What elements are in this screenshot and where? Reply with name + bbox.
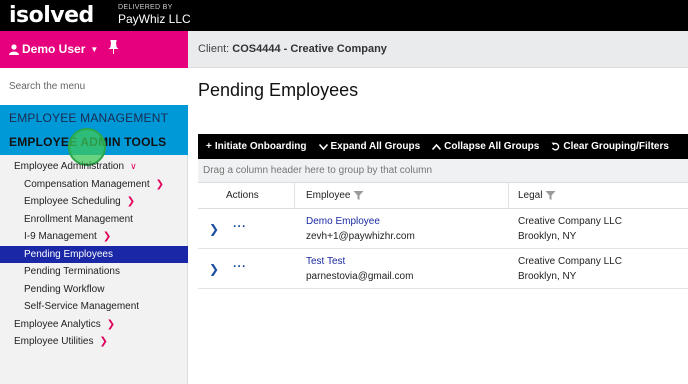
- filter-icon[interactable]: [545, 190, 556, 201]
- client-label: Client:: [198, 43, 230, 55]
- employee-name[interactable]: Test Test: [306, 256, 345, 267]
- partner-name: PayWhiz LLC: [118, 12, 191, 26]
- collapse-all-groups-button[interactable]: Collapse All Groups: [432, 141, 539, 152]
- sidebar-item-label: Employee Analytics: [14, 318, 101, 330]
- pending-employees-grid: Actions Employee Legal ❯ ··· Demo Employ…: [198, 183, 688, 289]
- clear-grouping-filters-button[interactable]: Clear Grouping/Filters: [551, 141, 669, 152]
- sidebar-item-employee-scheduling[interactable]: Employee Scheduling ❯: [0, 193, 188, 211]
- employee-name[interactable]: Demo Employee: [306, 216, 380, 227]
- sidebar-item-pending-employees[interactable]: Pending Employees: [0, 245, 188, 263]
- filter-icon[interactable]: [353, 190, 364, 201]
- legal-company: Creative Company LLC: [518, 216, 622, 227]
- initiate-onboarding-label: Initiate Onboarding: [214, 141, 307, 152]
- menu-search-input[interactable]: Search the menu: [9, 81, 85, 92]
- chevron-down-icon: ∨: [130, 161, 137, 172]
- column-header-legal-label: Legal: [518, 190, 543, 201]
- client-bar: Client: COS4444 - Creative Company: [188, 31, 688, 68]
- column-header-employee-label: Employee: [306, 190, 351, 201]
- isolved-logo[interactable]: isolved: [9, 3, 94, 28]
- sidebar-item-compensation-management[interactable]: Compensation Management ❯: [0, 176, 188, 194]
- sidebar-menu: Employee Administration ∨ Compensation Man…: [0, 158, 188, 351]
- column-header-legal[interactable]: Legal: [518, 190, 556, 201]
- sidebar-item-label: Compensation Management: [24, 178, 150, 190]
- chevron-right-icon: ❯: [126, 196, 136, 208]
- sidebar-item-employee-administration[interactable]: Employee Administration ∨: [0, 158, 188, 176]
- sidebar-item-label: Employee Scheduling: [24, 196, 121, 208]
- sidebar-item-pending-workflow[interactable]: Pending Workflow: [0, 281, 188, 299]
- initiate-onboarding-button[interactable]: + Initiate Onboarding: [206, 141, 307, 152]
- clear-grouping-filters-label: Clear Grouping/Filters: [563, 141, 669, 152]
- employee-email: parnestovia@gmail.com: [306, 271, 414, 282]
- table-row[interactable]: ❯ ··· Demo Employee zevh+1@paywhizhr.com…: [198, 209, 688, 249]
- expand-row-chevron-icon[interactable]: ❯: [209, 262, 219, 276]
- collapse-all-groups-label: Collapse All Groups: [444, 141, 540, 152]
- chevron-right-icon: ❯: [102, 231, 112, 243]
- plus-icon: +: [206, 141, 212, 152]
- expand-all-groups-button[interactable]: Expand All Groups: [318, 141, 421, 152]
- page-title: Pending Employees: [198, 80, 359, 100]
- expand-all-groups-label: Expand All Groups: [330, 141, 421, 152]
- chevron-up-icon: [432, 143, 442, 150]
- sidebar-item-label: Pending Terminations: [24, 266, 120, 278]
- top-bar: isolved DELIVERED BY PayWhiz LLC: [0, 0, 688, 31]
- caret-down-icon: ▼: [90, 44, 99, 54]
- sidebar-item-self-service-management[interactable]: Self-Service Management: [0, 298, 188, 316]
- legal-location: Brooklyn, NY: [518, 271, 577, 282]
- column-header-actions-label: Actions: [226, 190, 259, 201]
- sidebar-item-label: Employee Utilities: [14, 336, 94, 348]
- menu-heading-employee-management[interactable]: EMPLOYEE MANAGEMENT: [9, 111, 168, 125]
- sidebar-item-label: I-9 Management: [24, 231, 97, 243]
- sidebar-item-enrollment-management[interactable]: Enrollment Management: [0, 211, 188, 229]
- chevron-down-icon: [318, 143, 328, 150]
- sidebar-item-label: Self-Service Management: [24, 301, 140, 313]
- expand-row-chevron-icon[interactable]: ❯: [209, 222, 219, 236]
- menu-search[interactable]: Search the menu: [0, 68, 188, 105]
- sidebar-item-pending-terminations[interactable]: Pending Terminations: [0, 263, 188, 281]
- client-value: COS4444 - Creative Company: [232, 43, 387, 55]
- sidebar-item-label: Enrollment Management: [24, 213, 133, 225]
- undo-icon: [551, 142, 560, 151]
- sidebar: Search the menu EMPLOYEE MANAGEMENT EMPL…: [0, 68, 188, 384]
- table-row[interactable]: ❯ ··· Test Test parnestovia@gmail.com Cr…: [198, 249, 688, 289]
- group-by-hint: Drag a column header here to group by th…: [203, 165, 433, 176]
- sidebar-item-label: Pending Employees: [24, 248, 113, 260]
- menu-heading-block: EMPLOYEE MANAGEMENT EMPLOYEE ADMIN TOOLS: [0, 105, 188, 166]
- chevron-right-icon: ❯: [106, 318, 116, 330]
- group-by-drop-zone[interactable]: Drag a column header here to group by th…: [198, 159, 688, 183]
- column-divider: [508, 183, 509, 209]
- sidebar-item-label: Pending Workflow: [24, 283, 105, 295]
- user-name: Demo User: [22, 42, 86, 56]
- column-header-employee[interactable]: Employee: [306, 190, 364, 201]
- sidebar-item-i-9-management[interactable]: I-9 Management ❯: [0, 228, 188, 246]
- row-actions-menu-icon[interactable]: ···: [233, 219, 247, 233]
- main-content: Pending Employees + Initiate Onboarding …: [188, 68, 688, 384]
- grid-toolbar: + Initiate Onboarding Expand All Groups …: [198, 134, 688, 159]
- column-divider: [294, 183, 295, 209]
- user-menu-button[interactable]: Demo User ▼: [9, 42, 98, 56]
- sidebar-item-label: Employee Administration: [14, 161, 125, 173]
- grid-header: Actions Employee Legal: [198, 183, 688, 209]
- legal-company: Creative Company LLC: [518, 256, 622, 267]
- pin-icon[interactable]: [108, 40, 119, 57]
- delivered-by-label: DELIVERED BY: [118, 4, 173, 11]
- row-actions-menu-icon[interactable]: ···: [233, 259, 247, 273]
- client-info[interactable]: Client: COS4444 - Creative Company: [198, 43, 387, 55]
- chevron-right-icon: ❯: [155, 178, 165, 190]
- user-bar: Demo User ▼: [0, 31, 188, 68]
- sidebar-item-employee-utilities[interactable]: Employee Utilities ❯: [0, 333, 188, 351]
- sidebar-item-employee-analytics[interactable]: Employee Analytics ❯: [0, 316, 188, 334]
- chevron-right-icon: ❯: [99, 336, 108, 348]
- user-icon: [9, 43, 19, 55]
- employee-email: zevh+1@paywhizhr.com: [306, 231, 415, 242]
- column-header-actions[interactable]: Actions: [226, 190, 259, 201]
- legal-location: Brooklyn, NY: [518, 231, 577, 242]
